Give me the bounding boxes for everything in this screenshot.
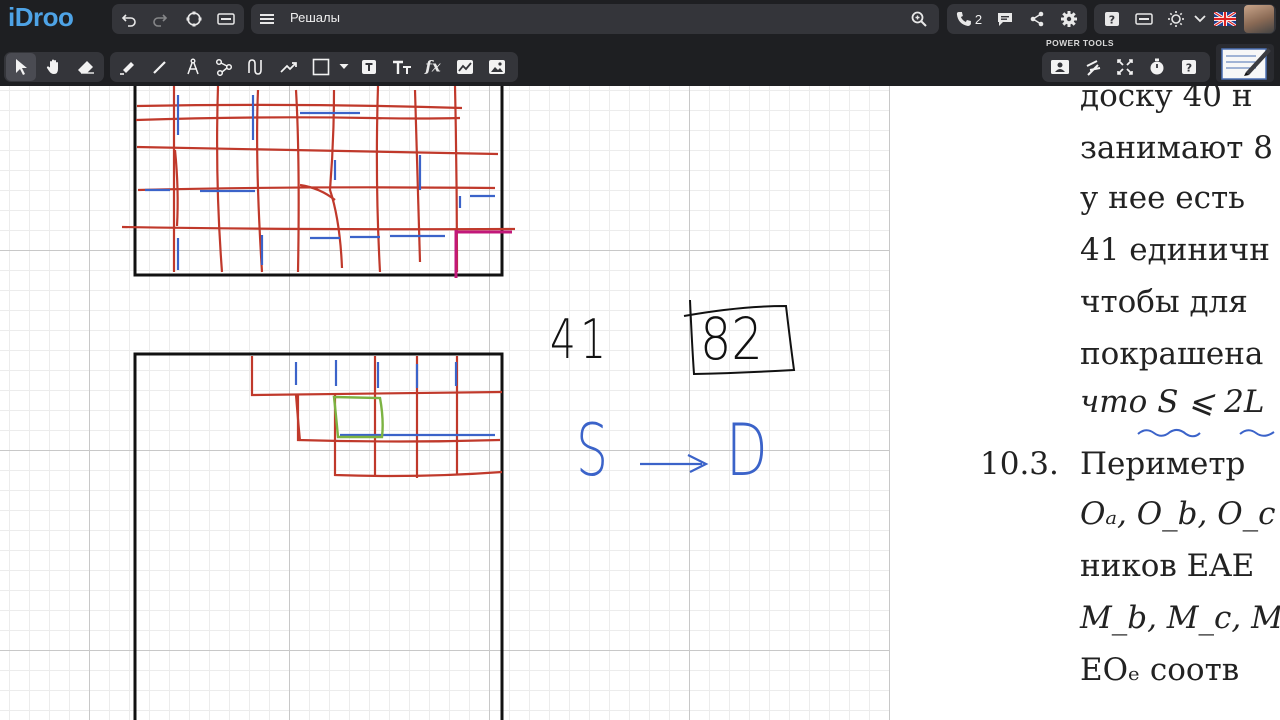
- compass-icon[interactable]: [185, 58, 201, 76]
- problem-line-1: Периметр: [1080, 446, 1246, 482]
- notebook-icon[interactable]: [1216, 44, 1274, 82]
- magenta-corner-mark: [454, 230, 512, 278]
- chevron-down-icon[interactable]: [1194, 15, 1206, 23]
- keyboard-icon[interactable]: [217, 12, 235, 26]
- redo-icon[interactable]: [152, 11, 168, 27]
- doc-line-6: покрашена: [1080, 336, 1264, 372]
- handwritten-41: 41: [550, 308, 611, 371]
- theme-icon[interactable]: [1167, 10, 1185, 28]
- handwritten-82: 82: [700, 305, 763, 373]
- fullscreen-icon[interactable]: [1116, 58, 1134, 76]
- text-tt-icon[interactable]: [392, 59, 412, 75]
- call-count: 2: [974, 11, 983, 27]
- settings-gear-icon[interactable]: [1060, 10, 1078, 28]
- history-group: [112, 4, 244, 34]
- handwritten-s: S: [576, 408, 608, 492]
- text-box-icon[interactable]: [361, 59, 377, 75]
- image-icon[interactable]: [488, 59, 506, 75]
- chat-icon[interactable]: [996, 11, 1014, 27]
- handwritten-d: D: [726, 408, 768, 492]
- hand-pan-icon[interactable]: [45, 58, 63, 76]
- top-toolbar: iDroo Решалы 2 ? fx POWER TOOLS ?: [0, 0, 1280, 86]
- power-help-icon[interactable]: ?: [1181, 59, 1197, 75]
- doc-line-2: занимают 8: [1080, 130, 1274, 166]
- formula-fx-icon[interactable]: fx: [425, 59, 440, 75]
- idroo-logo[interactable]: iDroo: [8, 2, 74, 33]
- help-icon[interactable]: ?: [1104, 11, 1120, 27]
- chart-icon[interactable]: [456, 59, 474, 75]
- hamburger-menu-icon[interactable]: [259, 12, 275, 26]
- problem-number: 10.3.: [980, 446, 1059, 482]
- smooth-curve-icon[interactable]: [247, 58, 265, 76]
- timer-icon[interactable]: [1149, 58, 1165, 76]
- user-avatar[interactable]: [1244, 5, 1274, 33]
- relation-arrow: [640, 454, 709, 473]
- lasso-icon[interactable]: [185, 10, 203, 28]
- presentation-icon[interactable]: [1050, 59, 1070, 75]
- whiteboard-drawing[interactable]: [0, 86, 890, 720]
- upper-blue-marks: [145, 95, 495, 270]
- shape-dropdown-icon[interactable]: [339, 64, 349, 70]
- problem-line-2: Oₐ, O_b, O_c: [1080, 496, 1276, 532]
- power-tools-label: POWER TOOLS: [1046, 38, 1114, 48]
- arrow-line-icon[interactable]: [280, 60, 298, 74]
- doc-line-1: доску 40 н: [1080, 86, 1253, 114]
- lower-blue-marks: [294, 360, 495, 437]
- select-arrow-icon[interactable]: [13, 58, 29, 76]
- zoom-icon[interactable]: [910, 10, 928, 28]
- svg-text:?: ?: [1186, 62, 1192, 75]
- lower-board-outline: [133, 352, 504, 720]
- blue-underline-squiggle: [1137, 428, 1275, 438]
- undo-icon[interactable]: [121, 11, 137, 27]
- rectangle-shape-icon[interactable]: [312, 58, 330, 76]
- doc-line-4: 41 единичн: [1080, 232, 1270, 268]
- doc-line-5: чтобы для: [1080, 284, 1248, 320]
- doc-line-3: у нее есть: [1080, 180, 1246, 216]
- svg-text:?: ?: [1109, 14, 1115, 27]
- board-title[interactable]: Решалы: [290, 10, 340, 25]
- share-icon[interactable]: [1029, 11, 1045, 27]
- pdf-document-pane[interactable]: доску 40 н занимают 8 у нее есть 41 един…: [890, 86, 1280, 720]
- collaboration-group: 2: [947, 4, 1087, 34]
- problem-line-4: M_b, M_c, M: [1080, 600, 1280, 636]
- phone-icon[interactable]: 2: [956, 11, 982, 27]
- highlighter-icon[interactable]: [119, 59, 137, 75]
- problem-line-3: ников EAE: [1080, 548, 1255, 584]
- problem-line-5: EOₑ соотв: [1080, 652, 1240, 688]
- connector-icon[interactable]: [215, 58, 233, 76]
- doc-line-7: что S ⩽ 2L: [1080, 384, 1265, 420]
- board-title-bar: [251, 4, 939, 34]
- laser-icon[interactable]: [1085, 58, 1101, 76]
- pen-icon[interactable]: [152, 59, 168, 75]
- keyboard-shortcuts-icon[interactable]: [1135, 12, 1153, 26]
- eraser-icon[interactable]: [77, 59, 95, 75]
- whiteboard-canvas[interactable]: 41 82 S D: [0, 86, 890, 720]
- upper-board-outline: [133, 86, 504, 277]
- uk-flag-icon[interactable]: [1214, 12, 1236, 26]
